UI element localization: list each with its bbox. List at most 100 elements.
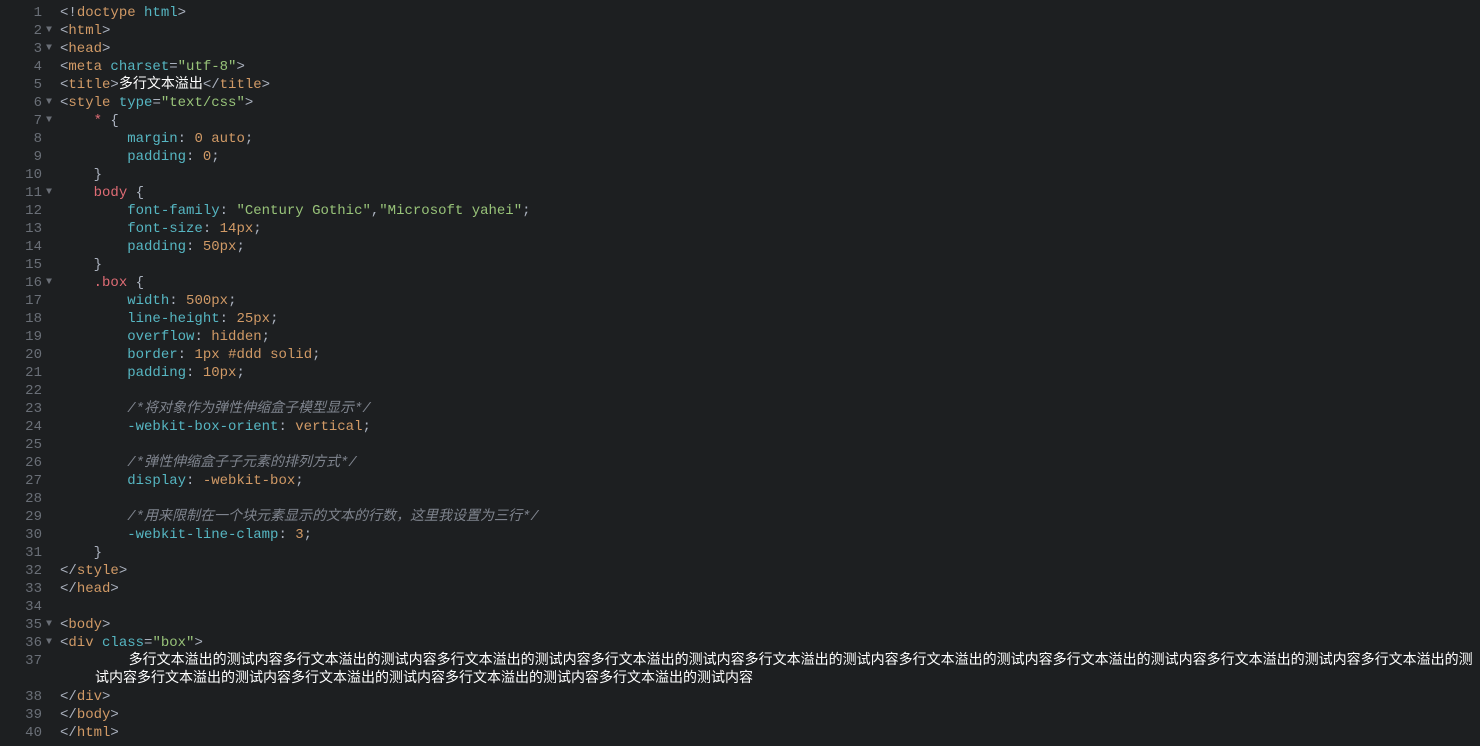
token: hidden [211,329,261,345]
code-line[interactable]: font-family: "Century Gothic","Microsoft… [60,202,1480,220]
code-line[interactable]: padding: 50px; [60,238,1480,256]
token: 多行文本溢出的测试内容多行文本溢出的测试内容多行文本溢出的测试内容多行文本溢出的… [95,653,1473,687]
line-number: 31 [0,544,52,562]
token: : [203,221,220,237]
code-line[interactable]: padding: 0; [60,148,1480,166]
token: "Century Gothic" [236,203,370,219]
token: : [278,419,295,435]
code-line[interactable]: padding: 10px; [60,364,1480,382]
token: : [186,473,203,489]
code-line[interactable]: <!doctype html> [60,4,1480,22]
token: class [102,635,144,651]
code-line[interactable]: <body> [60,616,1480,634]
token: 0 [203,149,211,165]
code-line[interactable]: <html> [60,22,1480,40]
token: ; [312,347,320,363]
code-line[interactable]: .box { [60,274,1480,292]
code-line[interactable]: body { [60,184,1480,202]
code-line[interactable] [60,436,1480,454]
code-line[interactable]: <div class="box"> [60,634,1480,652]
token: = [152,95,160,111]
code-line[interactable]: overflow: hidden; [60,328,1480,346]
code-line[interactable]: line-height: 25px; [60,310,1480,328]
token: /*将对象作为弹性伸缩盒子模型显示*/ [127,401,371,417]
fold-marker[interactable]: ▼ [46,616,52,634]
token: </ [60,725,77,741]
line-number: 21 [0,364,52,382]
code-line[interactable]: } [60,544,1480,562]
code-line[interactable]: * { [60,112,1480,130]
token [220,347,228,363]
token: margin [127,131,177,147]
code-line[interactable] [60,490,1480,508]
code-line[interactable]: -webkit-line-clamp: 3; [60,526,1480,544]
fold-marker [46,256,52,274]
code-line[interactable]: border: 1px #ddd solid; [60,346,1480,364]
line-number: 37 [0,652,52,688]
code-line[interactable]: /*弹性伸缩盒子子元素的排列方式*/ [60,454,1480,472]
fold-marker [46,148,52,166]
code-line[interactable]: /*将对象作为弹性伸缩盒子模型显示*/ [60,400,1480,418]
fold-marker[interactable]: ▼ [46,40,52,58]
token: padding [127,365,186,381]
token: > [102,41,110,57]
token: ; [262,329,270,345]
line-number: 12 [0,202,52,220]
code-line[interactable]: display: -webkit-box; [60,472,1480,490]
code-line[interactable]: <style type="text/css"> [60,94,1480,112]
code-line[interactable]: width: 500px; [60,292,1480,310]
code-line[interactable]: </head> [60,580,1480,598]
fold-marker [46,490,52,508]
token: } [94,545,102,561]
token: } [94,257,102,273]
code-line[interactable]: /*用来限制在一个块元素显示的文本的行数，这里我设置为三行*/ [60,508,1480,526]
fold-marker[interactable]: ▼ [46,634,52,652]
token: border [127,347,177,363]
fold-marker [46,4,52,22]
code-line[interactable]: </html> [60,724,1480,742]
code-editor[interactable]: 1 2▼3▼4 5 6▼7▼8 9 10 11▼12 13 14 15 16▼1… [0,0,1480,746]
code-line[interactable]: font-size: 14px; [60,220,1480,238]
fold-marker[interactable]: ▼ [46,112,52,130]
token: > [119,563,127,579]
token: 50px [203,239,237,255]
code-area[interactable]: <!doctype html><html><head><meta charset… [60,0,1480,746]
line-number: 8 [0,130,52,148]
token: = [169,59,177,75]
token: charset [110,59,169,75]
fold-marker[interactable]: ▼ [46,22,52,40]
code-line[interactable]: 多行文本溢出的测试内容多行文本溢出的测试内容多行文本溢出的测试内容多行文本溢出的… [60,652,1480,688]
fold-marker[interactable]: ▼ [46,184,52,202]
token: "box" [152,635,194,651]
token: /*弹性伸缩盒子子元素的排列方式*/ [127,455,357,471]
code-line[interactable]: </style> [60,562,1480,580]
code-line[interactable]: } [60,166,1480,184]
line-number-gutter: 1 2▼3▼4 5 6▼7▼8 9 10 11▼12 13 14 15 16▼1… [0,0,60,746]
fold-marker [46,472,52,490]
code-line[interactable]: <title>多行文本溢出</title> [60,76,1480,94]
code-line[interactable]: </body> [60,706,1480,724]
token: ; [522,203,530,219]
fold-marker[interactable]: ▼ [46,274,52,292]
code-line[interactable]: <head> [60,40,1480,58]
fold-marker [46,580,52,598]
token [136,5,144,21]
token: 3 [295,527,303,543]
code-line[interactable]: margin: 0 auto; [60,130,1480,148]
token: padding [127,149,186,165]
code-line[interactable] [60,382,1480,400]
token: div [68,635,93,651]
line-number: 29 [0,508,52,526]
fold-marker[interactable]: ▼ [46,94,52,112]
code-line[interactable]: -webkit-box-orient: vertical; [60,418,1480,436]
code-line[interactable]: <meta charset="utf-8"> [60,58,1480,76]
code-line[interactable]: </div> [60,688,1480,706]
token: ; [236,239,244,255]
line-number: 17 [0,292,52,310]
token: 多行文本溢出 [119,77,203,93]
token: meta [68,59,102,75]
code-line[interactable] [60,598,1480,616]
code-line[interactable]: } [60,256,1480,274]
line-number: 38 [0,688,52,706]
line-number: 1 [0,4,52,22]
